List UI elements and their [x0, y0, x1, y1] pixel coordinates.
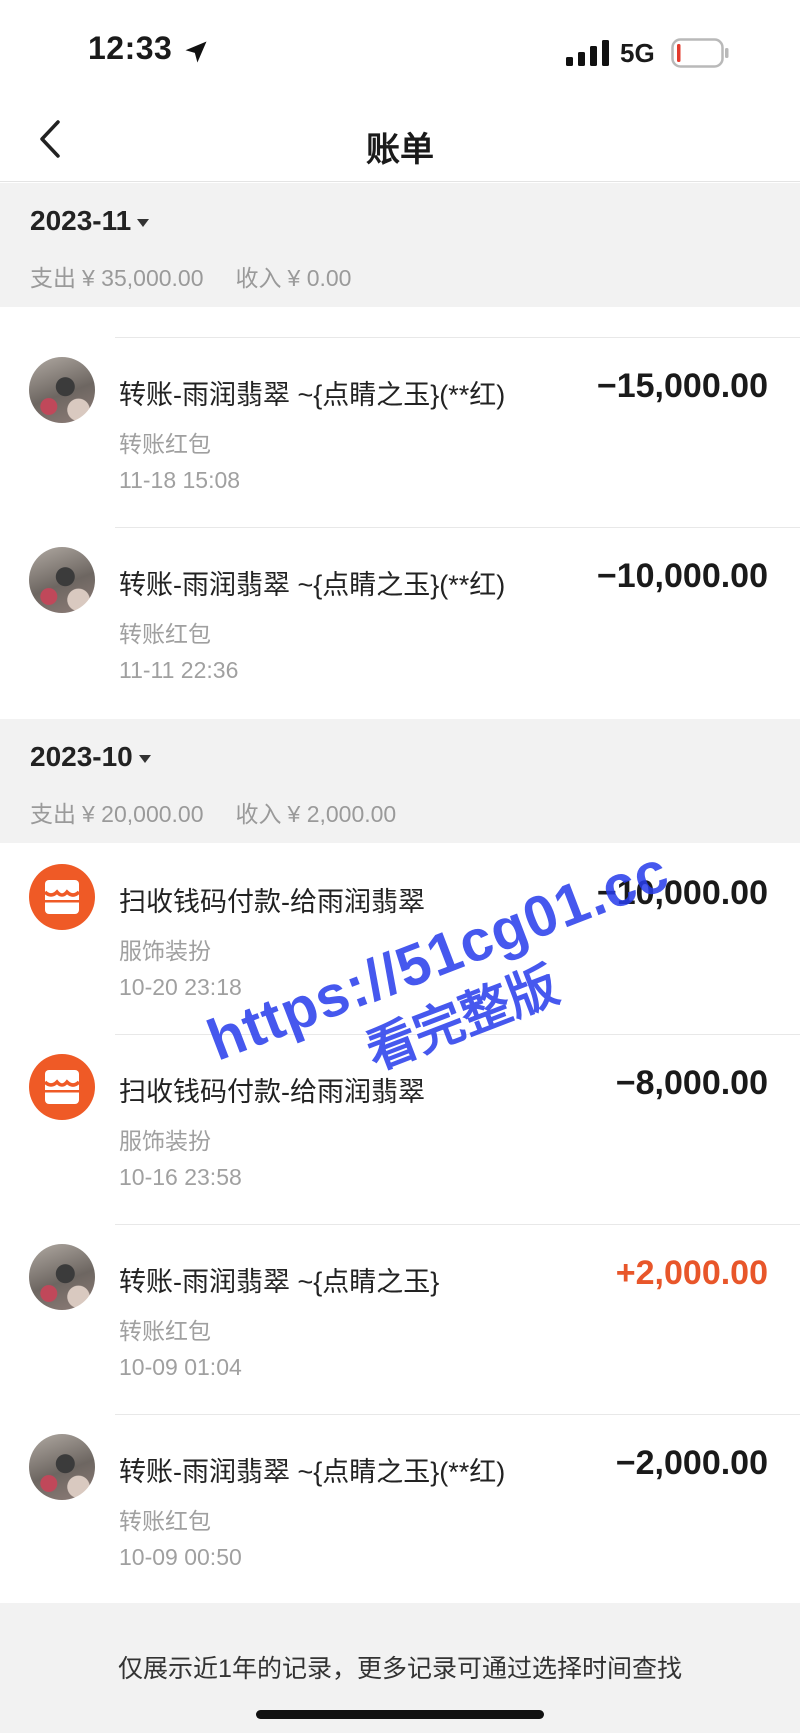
- record-title: 扫收钱码付款-给雨润翡翠: [119, 1077, 425, 1107]
- record-time: 10-20 23:18: [119, 974, 242, 1000]
- record-category: 服饰装扮: [119, 938, 211, 964]
- expense-amount: ¥ 35,000.00: [82, 265, 204, 291]
- expense-label: 支出: [30, 265, 76, 291]
- record-amount: −15,000.00: [596, 367, 768, 405]
- bill-record[interactable]: 扫收钱码付款-给雨润翡翠 服饰装扮 10-16 23:58 −8,000.00: [0, 1034, 800, 1224]
- storefront-icon: [43, 880, 81, 914]
- avatar: [29, 1054, 95, 1120]
- home-indicator[interactable]: [256, 1710, 544, 1719]
- divider: [115, 1224, 800, 1225]
- record-category: 服饰装扮: [119, 1128, 211, 1154]
- record-time: 10-09 01:04: [119, 1354, 242, 1380]
- record-category: 转账红包: [119, 621, 211, 647]
- income-amount: ¥ 0.00: [287, 265, 352, 291]
- record-category: 转账红包: [119, 1508, 211, 1534]
- battery-icon: [671, 38, 729, 68]
- record-time: 10-09 00:50: [119, 1544, 242, 1570]
- record-amount: +2,000.00: [615, 1254, 768, 1292]
- signal-bars-icon: [566, 40, 609, 66]
- month-summary: 支出 ¥ 20,000.00 收入 ¥ 2,000.00: [30, 795, 402, 829]
- record-time: 11-18 15:08: [119, 467, 241, 493]
- avatar: [29, 357, 95, 423]
- record-title: 转账-雨润翡翠 ~{点睛之玉}(**红): [119, 570, 506, 600]
- income-label: 收入: [235, 265, 282, 291]
- month-header-2023-10: 2023-10 支出 ¥ 20,000.00 收入 ¥ 2,000.00: [0, 719, 800, 843]
- record-title: 转账-雨润翡翠 ~{点睛之玉}: [119, 1267, 440, 1297]
- income-label: 收入: [235, 801, 282, 827]
- month-label: 2023-11: [30, 205, 132, 236]
- location-arrow-icon: [185, 41, 207, 63]
- status-bar: 12:33 5G: [0, 0, 800, 100]
- record-time: 11-11 22:36: [119, 657, 239, 683]
- footer-note: 仅展示近1年的记录，更多记录可通过选择时间查找: [118, 1655, 682, 1683]
- divider: [115, 1034, 800, 1035]
- divider: [115, 527, 800, 528]
- caret-down-icon: [138, 754, 151, 763]
- record-title: 转账-雨润翡翠 ~{点睛之玉}(**红): [119, 380, 506, 410]
- storefront-icon: [43, 1070, 81, 1104]
- record-title: 扫收钱码付款-给雨润翡翠: [119, 887, 425, 917]
- bill-record[interactable]: 转账-雨润翡翠 ~{点睛之玉}(**红) 转账红包 11-11 22:36 −1…: [0, 527, 800, 717]
- divider: [115, 337, 800, 338]
- footer: 仅展示近1年的记录，更多记录可通过选择时间查找: [0, 1603, 800, 1733]
- record-amount: −2,000.00: [615, 1444, 768, 1482]
- bill-record[interactable]: 转账-雨润翡翠 ~{点睛之玉} 转账红包 10-09 01:04 +2,000.…: [0, 1224, 800, 1414]
- record-amount: −10,000.00: [596, 557, 768, 595]
- caret-down-icon: [137, 218, 150, 227]
- month-summary: 支出 ¥ 35,000.00 收入 ¥ 0.00: [30, 259, 357, 293]
- status-time: 12:33: [88, 30, 173, 66]
- record-amount: −10,000.00: [596, 874, 768, 912]
- divider: [115, 1414, 800, 1415]
- record-category: 转账红包: [119, 1318, 211, 1344]
- month-header-2023-11: 2023-11 支出 ¥ 35,000.00 收入 ¥ 0.00: [0, 183, 800, 307]
- month-selector[interactable]: 2023-11: [30, 205, 150, 237]
- page-title: 账单: [366, 131, 434, 169]
- record-time: 10-16 23:58: [119, 1164, 242, 1190]
- record-title: 转账-雨润翡翠 ~{点睛之玉}(**红): [119, 1457, 506, 1487]
- bill-record[interactable]: 转账-雨润翡翠 ~{点睛之玉}(**红) 转账红包 10-09 00:50 −2…: [0, 1414, 800, 1604]
- avatar: [29, 864, 95, 930]
- income-amount: ¥ 2,000.00: [287, 801, 397, 827]
- nav-bar: 账单: [0, 100, 800, 182]
- record-amount: −8,000.00: [615, 1064, 768, 1102]
- month-label: 2023-10: [30, 741, 133, 772]
- month-selector[interactable]: 2023-10: [30, 741, 151, 773]
- network-type: 5G: [620, 38, 655, 68]
- bill-record[interactable]: 扫收钱码付款-给雨润翡翠 服饰装扮 10-20 23:18 −10,000.00: [0, 844, 800, 1034]
- record-category: 转账红包: [119, 431, 211, 457]
- avatar: [29, 1434, 95, 1500]
- bill-record[interactable]: 转账-雨润翡翠 ~{点睛之玉}(**红) 转账红包 11-18 15:08 −1…: [0, 337, 800, 527]
- expense-label: 支出: [30, 801, 76, 827]
- expense-amount: ¥ 20,000.00: [82, 801, 204, 827]
- avatar: [29, 1244, 95, 1310]
- avatar: [29, 547, 95, 613]
